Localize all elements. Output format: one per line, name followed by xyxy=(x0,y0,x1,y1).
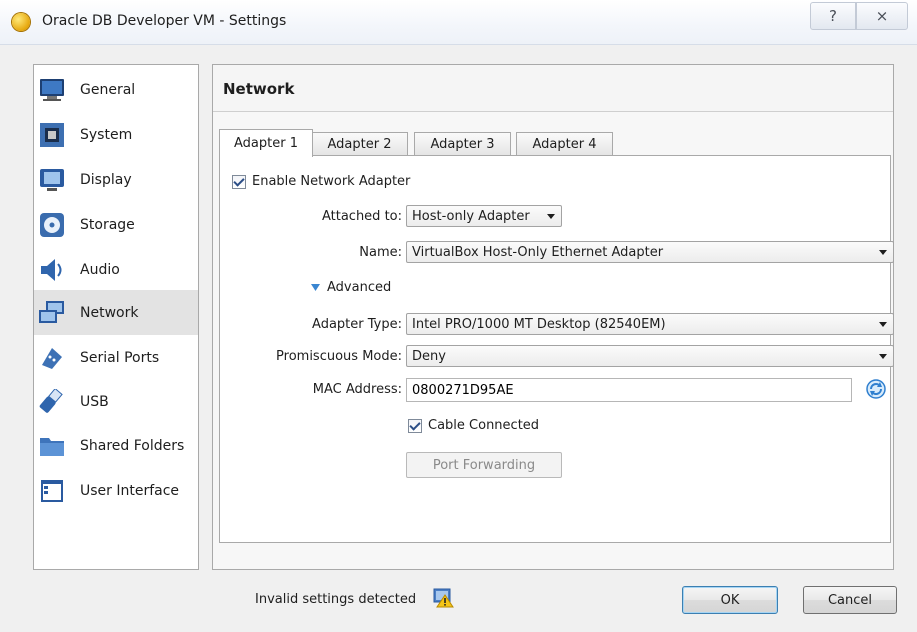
attached-to-value: Host-only Adapter xyxy=(412,208,530,224)
status-text: Invalid settings detected xyxy=(255,592,417,607)
promiscuous-mode-value: Deny xyxy=(412,348,446,364)
sidebar-item-label: Audio xyxy=(80,261,120,278)
close-icon: ⨯ xyxy=(875,7,889,25)
tab-adapter-1[interactable]: Adapter 1 xyxy=(219,129,313,157)
name-label: Name: xyxy=(359,245,402,260)
mac-address-field[interactable] xyxy=(406,378,852,402)
serial-ports-icon xyxy=(38,344,66,372)
sidebar-item-label: Storage xyxy=(80,216,135,233)
settings-sidebar: General System Display Storage Audio Net… xyxy=(33,64,199,570)
advanced-label: Advanced xyxy=(327,280,392,295)
cable-connected-checkbox[interactable] xyxy=(408,418,422,433)
enable-adapter-label: Enable Network Adapter xyxy=(252,174,411,189)
name-value: VirtualBox Host-Only Ethernet Adapter xyxy=(412,244,664,260)
virtualbox-app-icon xyxy=(12,13,30,31)
sidebar-item-user-interface[interactable]: User Interface xyxy=(34,468,198,513)
cable-connected-label: Cable Connected xyxy=(428,418,540,433)
refresh-icon xyxy=(866,379,886,399)
sidebar-item-label: Shared Folders xyxy=(80,437,185,454)
chevron-down-icon xyxy=(547,214,555,219)
chevron-down-icon xyxy=(879,322,887,327)
storage-icon xyxy=(38,211,66,239)
chevron-down-icon xyxy=(879,354,887,359)
sidebar-item-serial-ports[interactable]: Serial Ports xyxy=(34,335,198,380)
panel-header: Network xyxy=(213,65,893,112)
network-icon xyxy=(38,299,66,327)
adapter-type-select[interactable]: Intel PRO/1000 MT Desktop (82540EM) xyxy=(406,313,894,335)
enable-adapter-checkbox[interactable] xyxy=(232,174,246,189)
user-interface-icon xyxy=(38,477,66,505)
adapter-type-label: Adapter Type: xyxy=(312,317,402,332)
port-forwarding-button[interactable]: Port Forwarding xyxy=(406,452,562,478)
ok-button[interactable]: OK xyxy=(682,586,778,614)
cable-connected-row: Cable Connected xyxy=(408,418,539,433)
sidebar-item-usb[interactable]: USB xyxy=(34,379,198,424)
sidebar-item-audio[interactable]: Audio xyxy=(34,247,198,292)
sidebar-item-shared-folders[interactable]: Shared Folders xyxy=(34,423,198,468)
tab-adapter-2[interactable]: Adapter 2 xyxy=(311,132,408,156)
tab-adapter-3[interactable]: Adapter 3 xyxy=(414,132,511,156)
sidebar-item-label: Serial Ports xyxy=(80,349,160,366)
sidebar-item-storage[interactable]: Storage xyxy=(34,202,198,247)
refresh-mac-button[interactable] xyxy=(865,378,887,400)
expand-arrow-icon xyxy=(311,284,320,291)
promiscuous-mode-select[interactable]: Deny xyxy=(406,345,894,367)
sidebar-item-label: System xyxy=(80,126,133,143)
sidebar-item-label: General xyxy=(80,81,136,98)
attached-to-label: Attached to: xyxy=(321,209,402,224)
sidebar-item-label: Display xyxy=(80,171,132,188)
sidebar-item-system[interactable]: System xyxy=(34,112,198,157)
close-button[interactable]: ⨯ xyxy=(856,2,908,30)
warning-icon[interactable] xyxy=(432,588,454,608)
audio-icon xyxy=(38,256,66,284)
sidebar-item-display[interactable]: Display xyxy=(34,157,198,202)
title-bar: Oracle DB Developer VM - Settings ? ⨯ xyxy=(0,0,917,45)
sidebar-item-label: USB xyxy=(80,393,109,410)
attached-to-select[interactable]: Host-only Adapter xyxy=(406,205,562,227)
window-title: Oracle DB Developer VM - Settings xyxy=(42,13,287,29)
shared-folders-icon xyxy=(38,432,66,460)
system-icon xyxy=(38,121,66,149)
enable-adapter-row: Enable Network Adapter xyxy=(232,174,410,189)
advanced-toggle[interactable]: Advanced xyxy=(310,280,391,295)
chevron-down-icon xyxy=(879,250,887,255)
display-icon xyxy=(38,166,66,194)
name-select[interactable]: VirtualBox Host-Only Ethernet Adapter xyxy=(406,241,894,263)
page-title: Network xyxy=(223,80,295,98)
cancel-button[interactable]: Cancel xyxy=(803,586,897,614)
tab-adapter-4[interactable]: Adapter 4 xyxy=(516,132,613,156)
usb-icon xyxy=(38,388,66,416)
mac-address-label: MAC Address: xyxy=(312,382,402,397)
sidebar-item-general[interactable]: General xyxy=(34,67,198,112)
sidebar-item-network[interactable]: Network xyxy=(34,290,198,335)
general-icon xyxy=(38,76,66,104)
help-button[interactable]: ? xyxy=(810,2,856,30)
adapter-type-value: Intel PRO/1000 MT Desktop (82540EM) xyxy=(412,316,666,332)
adapter-tab-content: Enable Network Adapter Attached to: Host… xyxy=(219,155,894,543)
settings-panel: Network Adapter 1 Adapter 2 Adapter 3 Ad… xyxy=(212,64,894,570)
sidebar-item-label: User Interface xyxy=(80,482,180,499)
help-icon: ? xyxy=(829,7,837,25)
sidebar-item-label: Network xyxy=(80,304,139,321)
promiscuous-mode-label: Promiscuous Mode: xyxy=(276,349,402,364)
